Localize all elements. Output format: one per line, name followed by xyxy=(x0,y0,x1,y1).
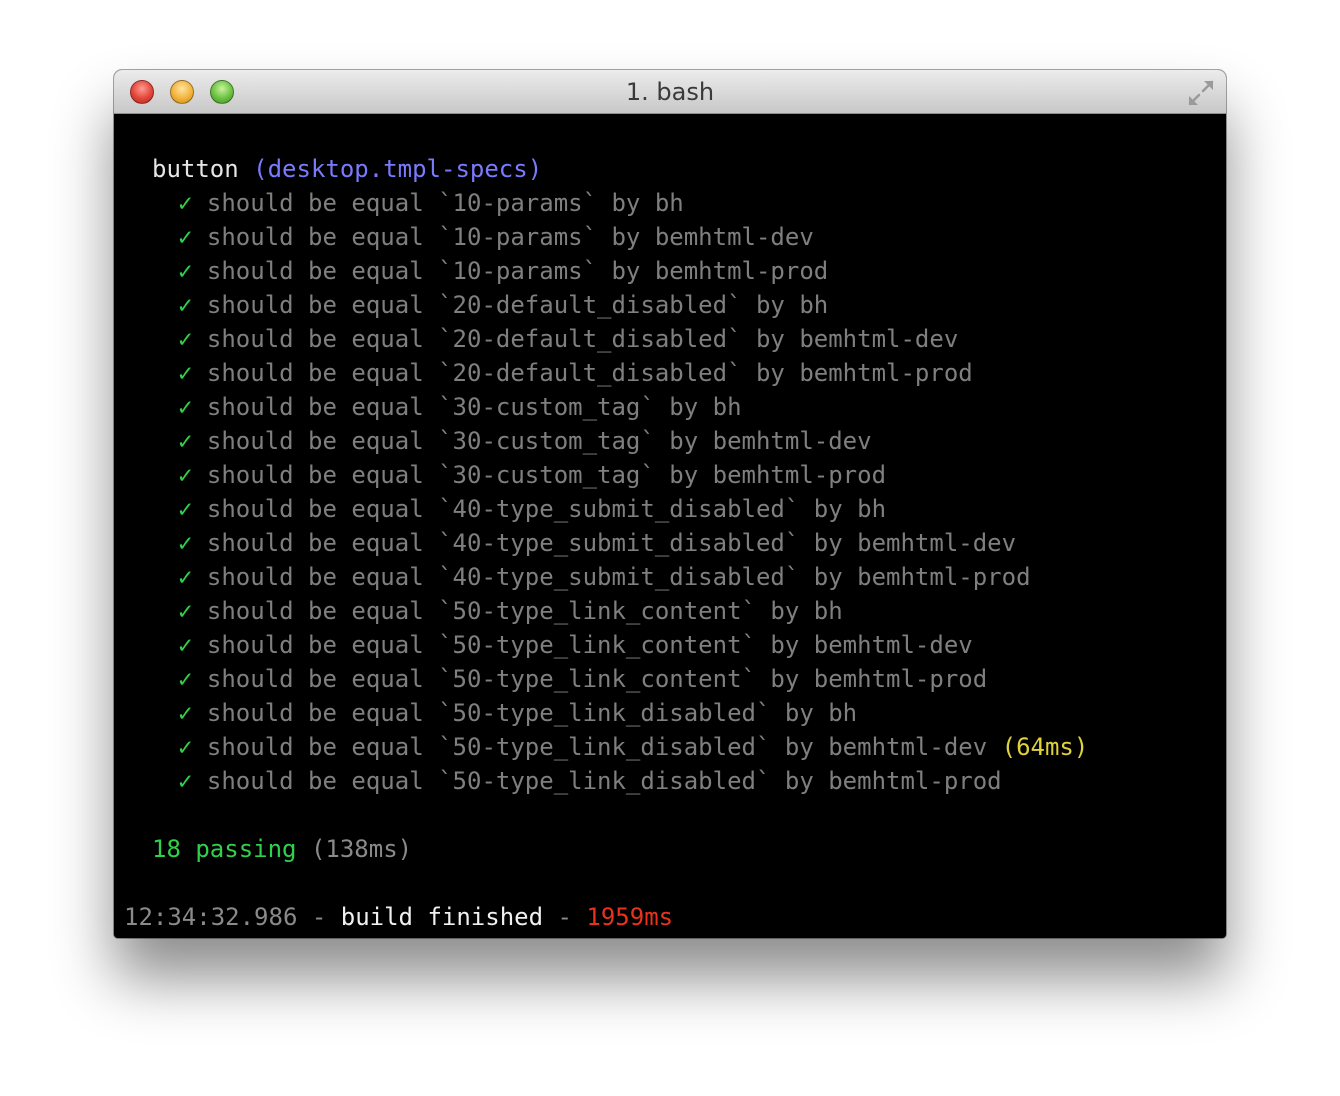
test-line: ✓ should be equal `40-type_submit_disabl… xyxy=(178,492,886,526)
test-line: ✓ should be equal `40-type_submit_disabl… xyxy=(178,560,1031,594)
test-title: should be equal `50-type_link_disabled` … xyxy=(206,767,1002,795)
check-icon: ✓ xyxy=(178,189,193,217)
check-icon: ✓ xyxy=(178,257,193,285)
test-title: should be equal `30-custom_tag` by bh xyxy=(206,393,742,421)
check-icon: ✓ xyxy=(178,495,193,523)
test-title: should be equal `30-custom_tag` by bemht… xyxy=(206,461,887,489)
test-title: should be equal `20-default_disabled` by… xyxy=(206,291,829,319)
test-title: should be equal `30-custom_tag` by bemht… xyxy=(206,427,872,455)
check-icon: ✓ xyxy=(178,359,193,387)
check-icon: ✓ xyxy=(178,597,193,625)
test-title: should be equal `10-params` by bemhtml-p… xyxy=(206,257,829,285)
test-line: ✓ should be equal `30-custom_tag` by bem… xyxy=(178,458,886,492)
check-icon: ✓ xyxy=(178,665,193,693)
passing-count: 18 passing xyxy=(152,835,297,863)
test-title: should be equal `50-type_link_disabled` … xyxy=(206,733,988,761)
title-bar[interactable]: 1. bash xyxy=(114,70,1226,114)
check-icon: ✓ xyxy=(178,563,193,591)
check-icon: ✓ xyxy=(178,427,193,455)
check-icon: ✓ xyxy=(178,325,193,353)
suite-name: button xyxy=(152,155,239,183)
check-icon: ✓ xyxy=(178,529,193,557)
test-line: ✓ should be equal `50-type_link_content`… xyxy=(178,662,987,696)
check-icon: ✓ xyxy=(178,699,193,727)
build-separator-2: - xyxy=(543,903,587,931)
test-title: should be equal `50-type_link_content` b… xyxy=(206,631,973,659)
test-line: ✓ should be equal `20-default_disabled` … xyxy=(178,288,828,322)
test-line: ✓ should be equal `50-type_link_disabled… xyxy=(178,696,857,730)
build-status-line: 12:34:32.986 - build finished - 1959ms xyxy=(124,900,673,934)
total-duration: (138ms) xyxy=(310,835,413,863)
build-timestamp: 12:34:32.986 xyxy=(124,903,298,931)
test-line: ✓ should be equal `50-type_link_disabled… xyxy=(178,764,1002,798)
summary-line: 18 passing (138ms) xyxy=(152,832,412,866)
test-line: ✓ should be equal `10-params` by bemhtml… xyxy=(178,254,828,288)
test-title: should be equal `40-type_submit_disabled… xyxy=(206,495,887,523)
suite-header: button (desktop.tmpl-specs) xyxy=(152,152,542,186)
fullscreen-icon[interactable] xyxy=(1186,78,1216,108)
test-title: should be equal `10-params` by bh xyxy=(206,189,684,217)
test-title: should be equal `20-default_disabled` by… xyxy=(206,359,973,387)
test-line: ✓ should be equal `20-default_disabled` … xyxy=(178,322,958,356)
test-line: ✓ should be equal `30-custom_tag` by bem… xyxy=(178,424,872,458)
build-separator: - xyxy=(297,903,341,931)
test-line: ✓ should be equal `30-custom_tag` by bh xyxy=(178,390,742,424)
check-icon: ✓ xyxy=(178,461,193,489)
suite-file: (desktop.tmpl-specs) xyxy=(253,155,543,183)
terminal-window: 1. bash button (desktop.tmpl-specs) ✓ sh… xyxy=(114,70,1226,938)
test-line: ✓ should be equal `20-default_disabled` … xyxy=(178,356,973,390)
check-icon: ✓ xyxy=(178,631,193,659)
build-message: build finished xyxy=(340,903,544,931)
test-line: ✓ should be equal `10-params` by bemhtml… xyxy=(178,220,814,254)
test-title: should be equal `50-type_link_content` b… xyxy=(206,597,843,625)
test-line: ✓ should be equal `40-type_submit_disabl… xyxy=(178,526,1016,560)
test-line: ✓ should be equal `50-type_link_content`… xyxy=(178,628,973,662)
check-icon: ✓ xyxy=(178,223,193,251)
test-line: ✓ should be equal `50-type_link_disabled… xyxy=(178,730,1088,764)
test-title: should be equal `40-type_submit_disabled… xyxy=(206,563,1031,591)
test-title: should be equal `20-default_disabled` by… xyxy=(206,325,959,353)
build-time: 1959ms xyxy=(586,903,674,931)
window-title: 1. bash xyxy=(625,78,715,106)
terminal-output[interactable]: button (desktop.tmpl-specs) ✓ should be … xyxy=(114,114,1226,938)
test-title: should be equal `50-type_link_disabled` … xyxy=(206,699,858,727)
test-title: should be equal `50-type_link_content` b… xyxy=(206,665,988,693)
test-line: ✓ should be equal `50-type_link_content`… xyxy=(178,594,843,628)
test-line: ✓ should be equal `10-params` by bh xyxy=(178,186,684,220)
check-icon: ✓ xyxy=(178,291,193,319)
check-icon: ✓ xyxy=(178,767,193,795)
check-icon: ✓ xyxy=(178,733,193,761)
test-duration: (64ms) xyxy=(1001,733,1089,761)
check-icon: ✓ xyxy=(178,393,193,421)
test-title: should be equal `40-type_submit_disabled… xyxy=(206,529,1017,557)
test-title: should be equal `10-params` by bemhtml-d… xyxy=(206,223,814,251)
